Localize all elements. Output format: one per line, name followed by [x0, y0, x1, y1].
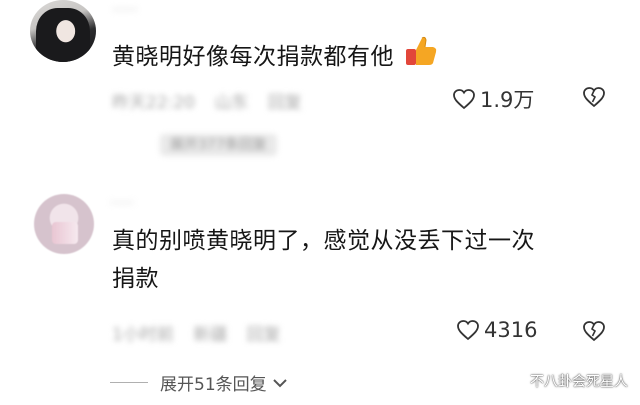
broken-heart-icon[interactable]	[582, 320, 606, 342]
expand-replies-label: 展开51条回复	[160, 375, 267, 395]
reply-button[interactable]: 回复	[247, 325, 281, 345]
expand-replies-button[interactable]: 展开51条回复	[110, 370, 289, 395]
comment-meta: 1小时前 新疆 回复	[112, 320, 295, 345]
comment-text-body: 黄晓明好像每次捐款都有他	[112, 44, 394, 70]
username[interactable]: ·····	[112, 0, 137, 19]
reply-button[interactable]: 回复	[268, 93, 302, 113]
timestamp: 昨天22:20	[112, 93, 195, 113]
comment-text: 黄晓明好像每次捐款都有他	[112, 34, 612, 76]
location: 新疆	[193, 325, 228, 345]
comment-text-line-1: 真的别喷黄晓明了，感觉从没丢下过一次	[112, 228, 535, 254]
like-button[interactable]: 1.9万	[452, 84, 534, 114]
broken-heart-icon[interactable]	[582, 86, 606, 108]
thumbs-up-icon	[405, 36, 437, 65]
watermark-logo-icon	[510, 373, 526, 389]
comment-text-line-2: 捐款	[112, 266, 159, 292]
comment-text: 真的别喷黄晓明了，感觉从没丢下过一次 捐款	[112, 222, 632, 298]
avatar[interactable]	[34, 194, 94, 254]
avatar[interactable]	[30, 0, 96, 62]
reply-preview[interactable]: 展开377条回复	[160, 134, 277, 156]
timestamp: 1小时前	[112, 325, 174, 345]
watermark: 不八卦会死星人	[510, 371, 628, 391]
comment-meta: 昨天22:20 山东 回复	[112, 88, 316, 113]
like-count: 4316	[484, 318, 538, 342]
chevron-down-icon	[272, 378, 287, 387]
like-button[interactable]: 4316	[456, 318, 537, 342]
heart-icon	[453, 89, 475, 110]
username[interactable]: ·····	[110, 194, 134, 212]
divider	[110, 382, 148, 383]
heart-icon	[457, 320, 479, 341]
location: 山东	[214, 93, 249, 113]
watermark-text: 不八卦会死星人	[530, 374, 628, 390]
like-count: 1.9万	[480, 88, 535, 112]
